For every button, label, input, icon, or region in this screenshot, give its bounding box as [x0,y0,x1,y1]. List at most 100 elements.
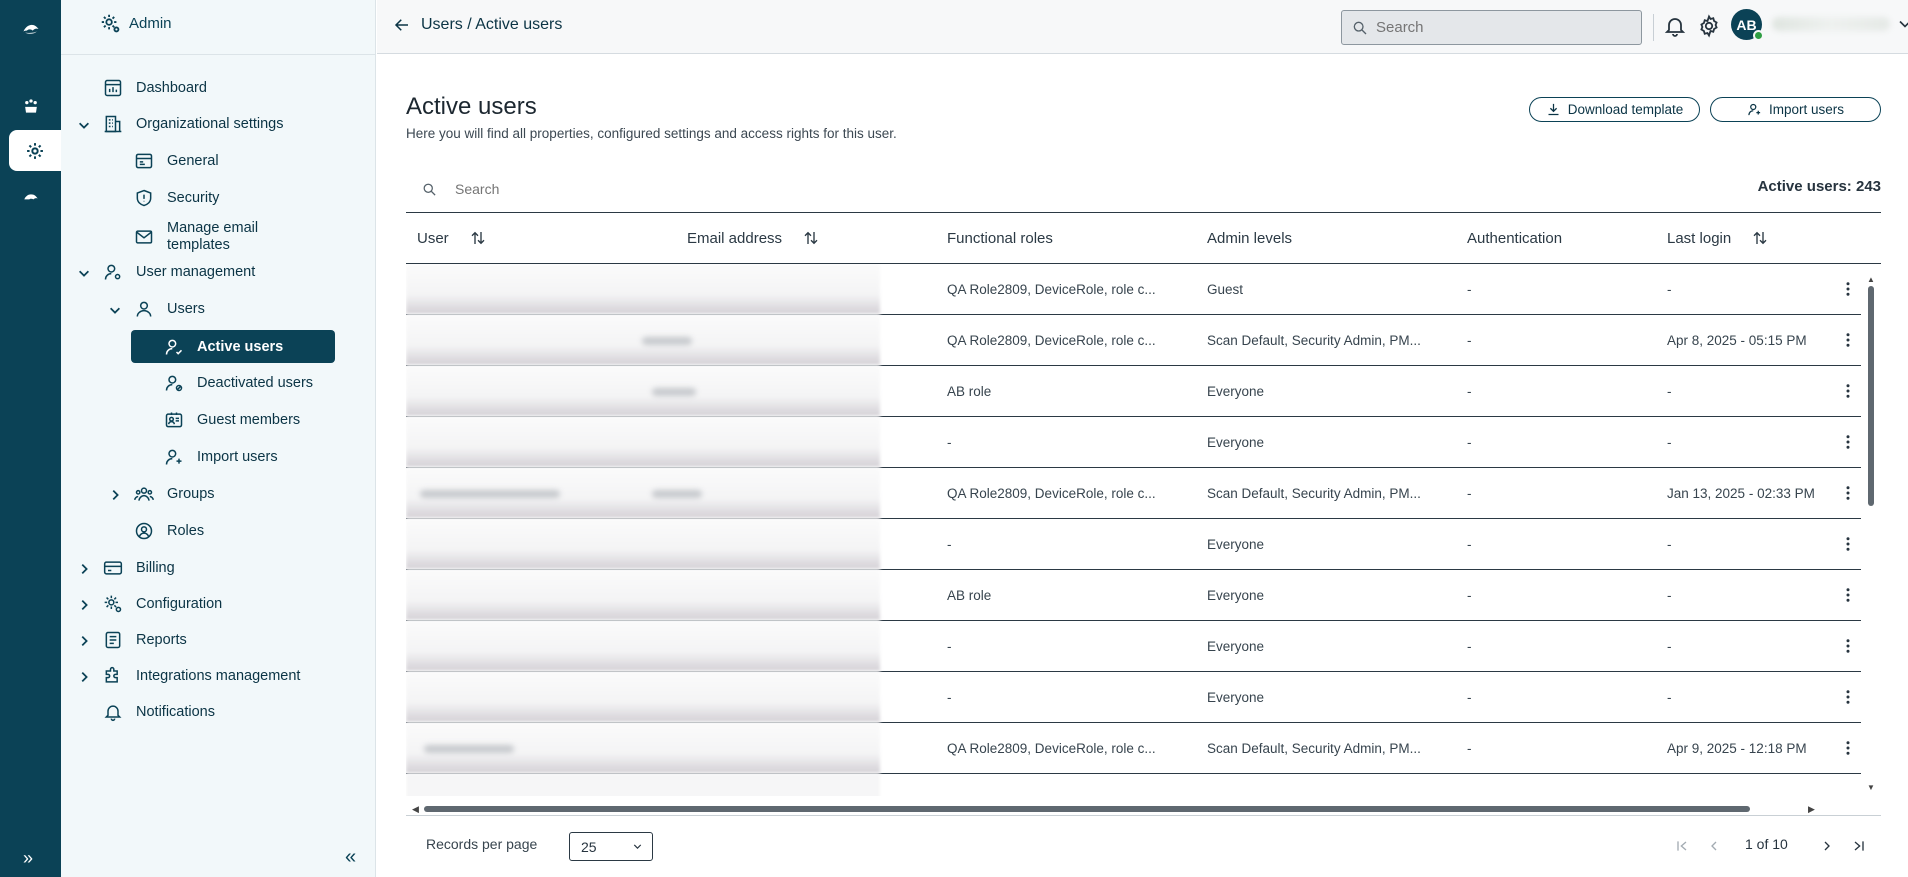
previous-page-button[interactable] [1703,835,1725,857]
row-menu-icon[interactable] [1838,584,1858,606]
redacted-user-email [406,519,880,570]
table-row[interactable]: - Everyone - - [406,417,1861,468]
nav-reports[interactable]: Reports [102,625,187,655]
nav-dashboard-label: Dashboard [136,80,207,96]
row-menu-icon[interactable] [1838,635,1858,657]
nav-user-management[interactable]: User management [102,257,255,287]
column-user[interactable]: User [417,213,487,263]
table-search[interactable] [406,174,1206,204]
nav-dashboard[interactable]: Dashboard [102,73,207,103]
user-plus-icon [1748,103,1761,116]
row-menu-icon[interactable] [1838,380,1858,402]
table-row[interactable]: QA Role2809, DeviceRole, role c... Scan … [406,723,1861,774]
table-row[interactable]: - Everyone - - [406,672,1861,723]
nav-users[interactable]: Users [133,294,205,324]
import-users-label: Import users [1768,102,1845,117]
global-search-input[interactable] [1376,19,1616,36]
nav-deactivated-users[interactable]: Deactivated users [163,368,313,398]
nav-billing[interactable]: Billing [102,553,175,583]
nav-security[interactable]: Security [133,183,219,213]
cell-authentication: - [1467,384,1472,399]
scroll-up-icon[interactable]: ▲ [1866,276,1876,284]
table-row[interactable]: AB role Everyone - - [406,570,1861,621]
column-email[interactable]: Email address [687,213,820,263]
chevron-down-icon[interactable] [107,302,123,318]
table-search-input[interactable] [455,181,1055,197]
scroll-left-icon[interactable]: ◀ [412,804,419,815]
scroll-down-icon[interactable]: ▼ [1866,784,1876,792]
nav-active-users[interactable]: Active users [131,330,335,363]
paw-icon[interactable] [0,85,61,126]
logo-icon[interactable] [0,8,61,49]
horizontal-scrollbar[interactable]: ◀ ▶ [412,803,1818,815]
row-menu-icon[interactable] [1838,329,1858,351]
table-row[interactable]: QA Role2809, DeviceRole, role c... Scan … [406,468,1861,519]
table-row[interactable]: - Everyone - - [406,621,1861,672]
nav-divider [61,54,376,55]
nav-roles[interactable]: Roles [133,516,204,546]
cell-authentication: - [1467,639,1472,654]
column-last-login[interactable]: Last login [1667,213,1769,263]
last-page-button[interactable] [1848,835,1870,857]
table-row[interactable]: AB role Everyone - - [406,366,1861,417]
back-arrow-icon[interactable] [393,16,411,34]
cell-functional-roles: - [947,537,952,552]
nav-groups[interactable]: Groups [133,479,215,509]
nav-configuration-label: Configuration [136,596,223,612]
nav-manage-email-templates[interactable]: Manage email templates [133,220,317,254]
nav-organizational-settings[interactable]: Organizational settings [102,109,284,139]
import-users-button[interactable]: Import users [1710,97,1881,122]
table-row[interactable]: - Everyone - - [406,519,1861,570]
records-per-page-select[interactable]: 25 [569,832,653,861]
row-menu-icon[interactable] [1838,686,1858,708]
horizontal-scroll-thumb[interactable] [424,806,1750,812]
download-icon [1548,103,1559,116]
footer-divider [406,815,1881,816]
chevron-down-icon[interactable] [1895,14,1908,34]
notifications-bell-icon[interactable] [1662,13,1688,39]
row-menu-icon[interactable] [1838,278,1858,300]
row-menu-icon[interactable] [1838,533,1858,555]
sort-icon[interactable] [469,229,487,247]
vertical-scrollbar[interactable]: ▲ ▼ [1866,276,1876,796]
nav-notifications[interactable]: Notifications [102,697,215,727]
nav-import-users[interactable]: Import users [163,442,278,472]
sort-icon[interactable] [802,229,820,247]
chevron-right-icon[interactable] [76,633,92,649]
chevron-right-icon[interactable] [76,669,92,685]
row-menu-icon[interactable] [1838,737,1858,759]
sort-icon[interactable] [1751,229,1769,247]
first-page-button[interactable] [1671,835,1693,857]
side-navigation: Admin Dashboard Organizational settings … [61,0,376,877]
nav-general[interactable]: General [133,146,219,176]
table-row[interactable]: QA Role2809, DeviceRole, role c... Scan … [406,315,1861,366]
settings-gear-icon[interactable] [1696,13,1722,39]
next-page-button[interactable] [1816,835,1838,857]
scroll-right-icon[interactable]: ▶ [1808,804,1815,815]
row-menu-icon[interactable] [1838,482,1858,504]
chevron-down-icon[interactable] [76,117,92,133]
redacted-smudge [652,490,702,498]
chevron-down-icon[interactable] [76,265,92,281]
chevron-right-icon[interactable] [107,487,123,503]
nav-configuration[interactable]: Configuration [102,589,222,619]
nav-guest-members[interactable]: Guest members [163,405,300,435]
gear-icon[interactable] [9,130,61,171]
row-menu-icon[interactable] [1838,431,1858,453]
collapse-nav-icon[interactable]: « [345,846,356,869]
top-divider [1653,14,1654,41]
user-plus-icon [163,446,185,468]
chevron-right-icon[interactable] [76,597,92,613]
top-bar: Users / Active users AB [377,0,1908,54]
chevron-right-icon[interactable] [76,561,92,577]
user-check-icon [163,336,185,358]
table-row[interactable]: QA Role2809, DeviceRole, role c... Guest… [406,264,1861,315]
download-template-button[interactable]: Download template [1529,97,1700,122]
cloud-icon[interactable] [0,175,61,216]
cell-functional-roles: AB role [947,588,992,603]
nav-integrations-management[interactable]: Integrations management [102,661,300,691]
vertical-scroll-thumb[interactable] [1868,286,1874,506]
last-page-icon [1854,841,1864,851]
expand-rail-icon[interactable]: » [23,848,33,869]
global-search[interactable] [1341,10,1642,45]
